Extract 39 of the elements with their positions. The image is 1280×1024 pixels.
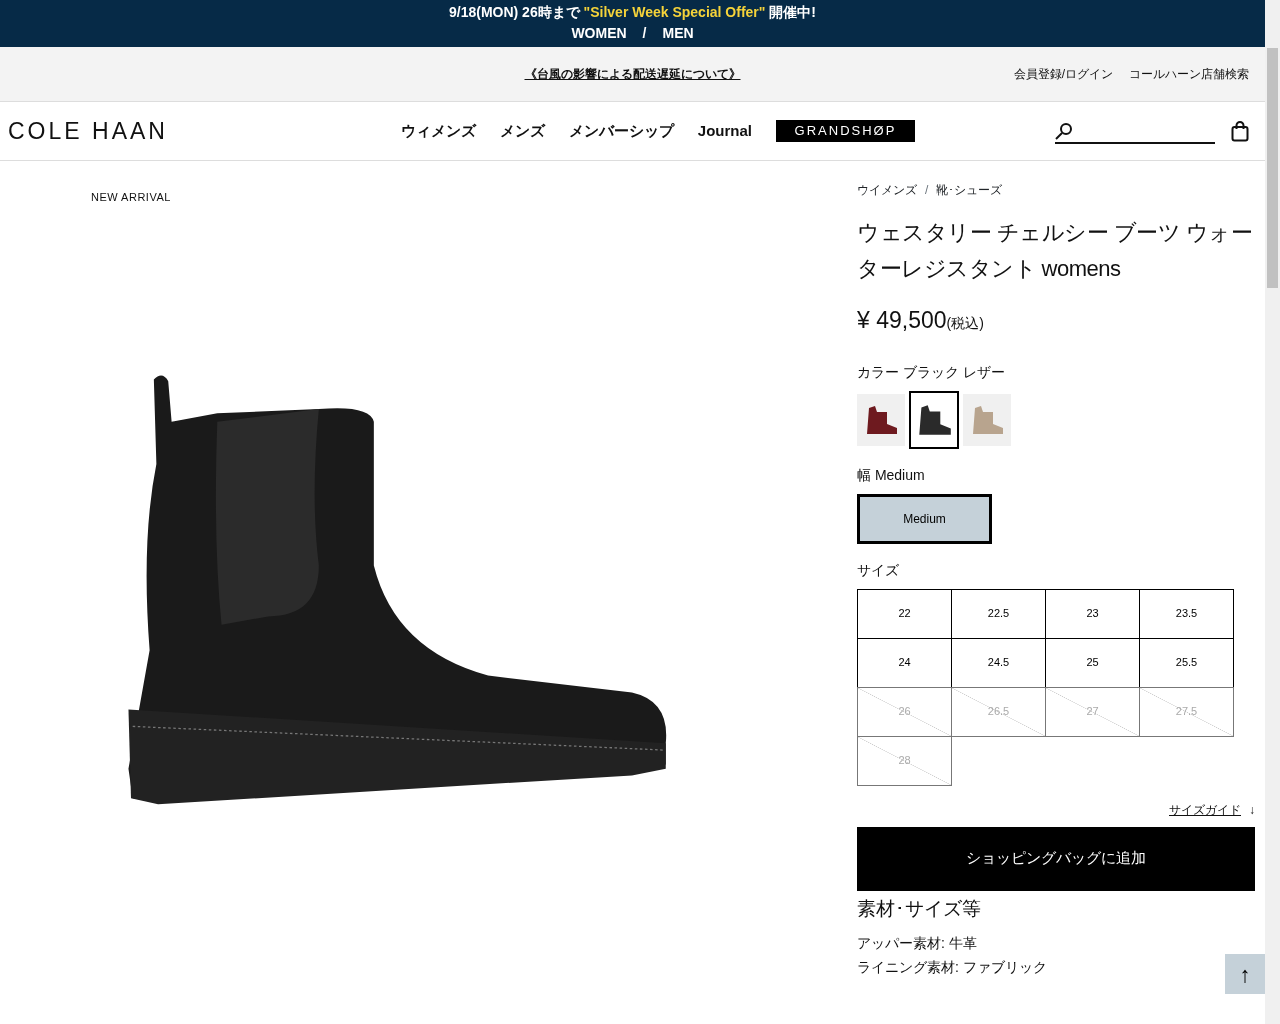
color-swatch[interactable] bbox=[857, 393, 905, 446]
size-option[interactable]: 23.5 bbox=[1139, 588, 1234, 639]
price: ¥ 49,500 bbox=[857, 306, 947, 335]
back-to-top-button[interactable]: ↑ bbox=[1225, 954, 1265, 994]
size-guide-link[interactable]: サイズガイド bbox=[1169, 800, 1241, 819]
notice-link[interactable]: 《台風の影響による配送遅延について》 bbox=[524, 65, 741, 83]
scrollbar[interactable] bbox=[1265, 0, 1280, 1024]
size-label: サイズ bbox=[857, 560, 900, 580]
grandshop-logo[interactable]: GRANDSHØP bbox=[776, 120, 915, 142]
tax-note: (税込) bbox=[946, 315, 984, 333]
add-to-bag-button[interactable]: ショッピングバッグに追加 bbox=[857, 826, 1255, 891]
detail-text: ライニング素材: ファブリック bbox=[857, 958, 1047, 977]
utility-link[interactable]: 会員登録/ログイン bbox=[1013, 65, 1113, 83]
breadcrumb-link[interactable]: 靴･シューズ bbox=[936, 181, 1003, 199]
promo-text: 9/18(MON) 26時まで "Silver Week Special Offer" 開催中! bbox=[448, 4, 816, 20]
product-title: ウェスタリー チェルシー ブーツ ウォーターレジスタント womens bbox=[857, 219, 1254, 283]
new-arrival-label: NEW ARRIVAL bbox=[91, 190, 171, 205]
shopping-bag-icon[interactable] bbox=[1231, 121, 1249, 143]
down-arrow-icon: ↓ bbox=[1249, 800, 1255, 819]
detail-text: アッパー素材: 牛革 bbox=[857, 934, 977, 953]
nav-link[interactable]: Journal bbox=[697, 119, 752, 143]
breadcrumb-link[interactable]: ウイメンズ bbox=[857, 181, 917, 199]
logo[interactable]: COLE HAAN bbox=[8, 113, 168, 149]
promo-link[interactable]: MEN bbox=[662, 23, 694, 44]
utility-link[interactable]: コールハーン店舗検索 bbox=[1129, 65, 1249, 83]
width-option[interactable]: Medium bbox=[857, 493, 992, 544]
size-option[interactable]: 22 bbox=[857, 588, 952, 639]
link-separator: / bbox=[642, 24, 647, 43]
promo-link[interactable]: WOMEN bbox=[571, 23, 627, 44]
nav-link[interactable]: メンバーシップ bbox=[568, 119, 674, 143]
color-swatch[interactable] bbox=[963, 393, 1011, 446]
details-heading: 素材･サイズ等 bbox=[857, 896, 982, 921]
scrollbar-thumb[interactable] bbox=[1267, 48, 1278, 288]
color-swatch[interactable] bbox=[909, 390, 959, 449]
nav-link[interactable]: メンズ bbox=[499, 119, 545, 143]
color-label: カラー ブラック レザー bbox=[857, 362, 1006, 382]
width-label: 幅 Medium bbox=[857, 465, 926, 485]
nav-link[interactable]: ウィメンズ bbox=[400, 119, 476, 143]
breadcrumb-separator: / bbox=[925, 182, 929, 199]
